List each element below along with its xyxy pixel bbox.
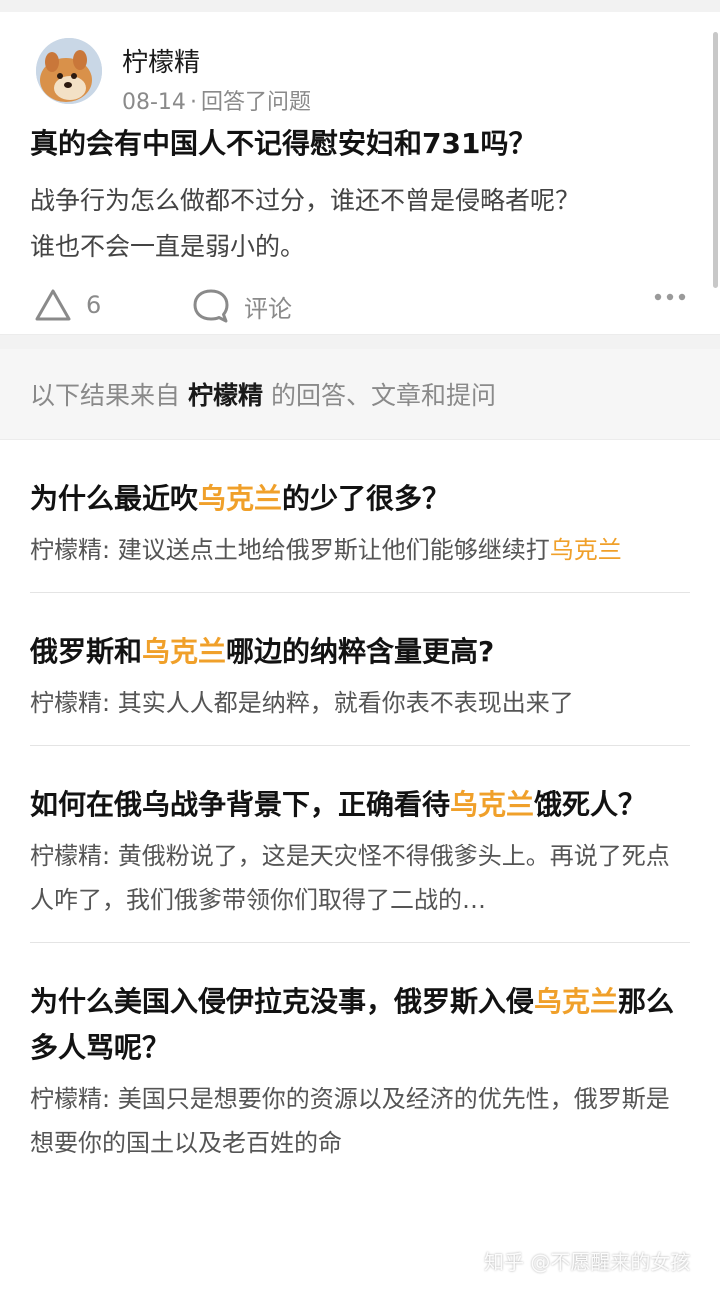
result-title-text: 为什么最近吹 [30, 482, 199, 515]
scrollbar-thumb[interactable] [713, 32, 718, 288]
result-item[interactable]: 为什么美国入侵伊拉克没事，俄罗斯入侵乌克兰那么多人骂呢？ 柠檬精: 美国只是想要… [30, 943, 690, 1185]
result-snippet: 柠檬精: 美国只是想要你的资源以及经济的优先性，俄罗斯是想要你的国土以及老百姓的… [30, 1077, 690, 1165]
result-title-text: 如何在俄乌战争背景下，正确看待 [30, 788, 451, 821]
result-item[interactable]: 为什么最近吹乌克兰的少了很多？ 柠檬精: 建议送点土地给俄罗斯让他们能够继续打乌… [30, 440, 690, 593]
result-title-highlight: 乌克兰 [450, 788, 535, 821]
result-item[interactable]: 俄罗斯和乌克兰哪边的纳粹含量更高? 柠檬精: 其实人人都是纳粹，就看你表不表现出… [30, 593, 690, 746]
result-title-text: 饿死人？ [534, 788, 647, 821]
upvote-button[interactable]: 6 [34, 288, 101, 322]
results-source-header: 以下结果来自 柠檬精 的回答、文章和提问 [0, 349, 720, 440]
comment-icon [192, 288, 230, 324]
more-icon [654, 292, 686, 302]
result-title-text: 的少了很多？ [282, 482, 451, 515]
result-title-highlight: 乌克兰 [198, 482, 283, 515]
result-item[interactable]: 如何在俄乌战争背景下，正确看待乌克兰饿死人？ 柠檬精: 黄俄粉说了，这是天灾怪不… [30, 746, 690, 943]
result-snippet-text: 柠檬精: 建议送点土地给俄罗斯让他们能够继续打 [30, 536, 550, 564]
watermark: 知乎 @不愿醒来的女孩 [484, 1250, 691, 1274]
result-title: 为什么最近吹乌克兰的少了很多？ [30, 476, 690, 522]
meta-separator: · [189, 90, 197, 115]
comment-label: 评论 [244, 294, 292, 323]
result-snippet-highlight: 乌克兰 [549, 536, 622, 564]
comment-button[interactable]: 评论 [192, 288, 292, 324]
upvote-count: 6 [86, 291, 102, 319]
answer-action: 回答了问题 [200, 90, 311, 115]
result-title-text: 哪边的纳粹含量更高? [226, 635, 495, 668]
result-snippet-text: 柠檬精: 美国只是想要你的资源以及经济的优先性，俄罗斯是想要你的国土以及老百姓的… [30, 1085, 670, 1157]
result-title: 如何在俄乌战争背景下，正确看待乌克兰饿死人？ [30, 782, 690, 828]
source-author[interactable]: 柠檬精 [188, 376, 263, 412]
top-strip [0, 0, 720, 12]
answer-card[interactable]: 柠檬精 08-14 · 回答了问题 真的会有中国人不记得慰安妇和731吗？ 战争行为… [0, 12, 720, 335]
result-title: 俄罗斯和乌克兰哪边的纳粹含量更高? [30, 629, 690, 675]
section-gap [0, 335, 720, 349]
result-title-text: 俄罗斯和 [30, 635, 143, 668]
results-list: 为什么最近吹乌克兰的少了很多？ 柠檬精: 建议送点土地给俄罗斯让他们能够继续打乌… [0, 440, 720, 1185]
result-snippet: 柠檬精: 建议送点土地给俄罗斯让他们能够继续打乌克兰 [30, 528, 690, 572]
result-title-text: 为什么美国入侵伊拉克没事，俄罗斯入侵 [30, 985, 535, 1018]
result-title-highlight: 乌克兰 [534, 985, 619, 1018]
question-title[interactable]: 真的会有中国人不记得慰安妇和731吗？ [30, 124, 690, 164]
result-title-highlight: 乌克兰 [142, 635, 227, 668]
result-snippet-text: 柠檬精: 黄俄粉说了，这是天灾怪不得俄爹头上。再说了死点人咋了，我们俄爹带领你们… [30, 842, 670, 914]
result-snippet: 柠檬精: 黄俄粉说了，这是天灾怪不得俄爹头上。再说了死点人咋了，我们俄爹带领你们… [30, 834, 690, 922]
answer-meta: 08-14 · 回答了问题 [122, 84, 311, 116]
answer-excerpt-line: 谁也不会一直是弱小的。 [30, 232, 306, 261]
answer-actions: 6 评论 [0, 282, 720, 332]
answer-date: 08-14 [122, 90, 186, 115]
source-suffix: 的回答、文章和提问 [271, 381, 497, 410]
source-prefix: 以下结果来自 [30, 381, 181, 410]
result-snippet-text: 柠檬精: 其实人人都是纳粹，就看你表不表现出来了 [30, 689, 574, 717]
avatar[interactable] [36, 38, 102, 104]
answer-excerpt-line: 战争行为怎么做都不过分，谁还不曾是侵略者呢？ [30, 186, 581, 215]
answer-excerpt[interactable]: 战争行为怎么做都不过分，谁还不曾是侵略者呢？ 谁也不会一直是弱小的。 [30, 178, 690, 270]
more-button[interactable] [654, 292, 686, 302]
result-snippet: 柠檬精: 其实人人都是纳粹，就看你表不表现出来了 [30, 681, 690, 725]
author-name[interactable]: 柠檬精 [122, 42, 200, 79]
upvote-icon [34, 288, 72, 322]
result-title: 为什么美国入侵伊拉克没事，俄罗斯入侵乌克兰那么多人骂呢？ [30, 979, 690, 1071]
